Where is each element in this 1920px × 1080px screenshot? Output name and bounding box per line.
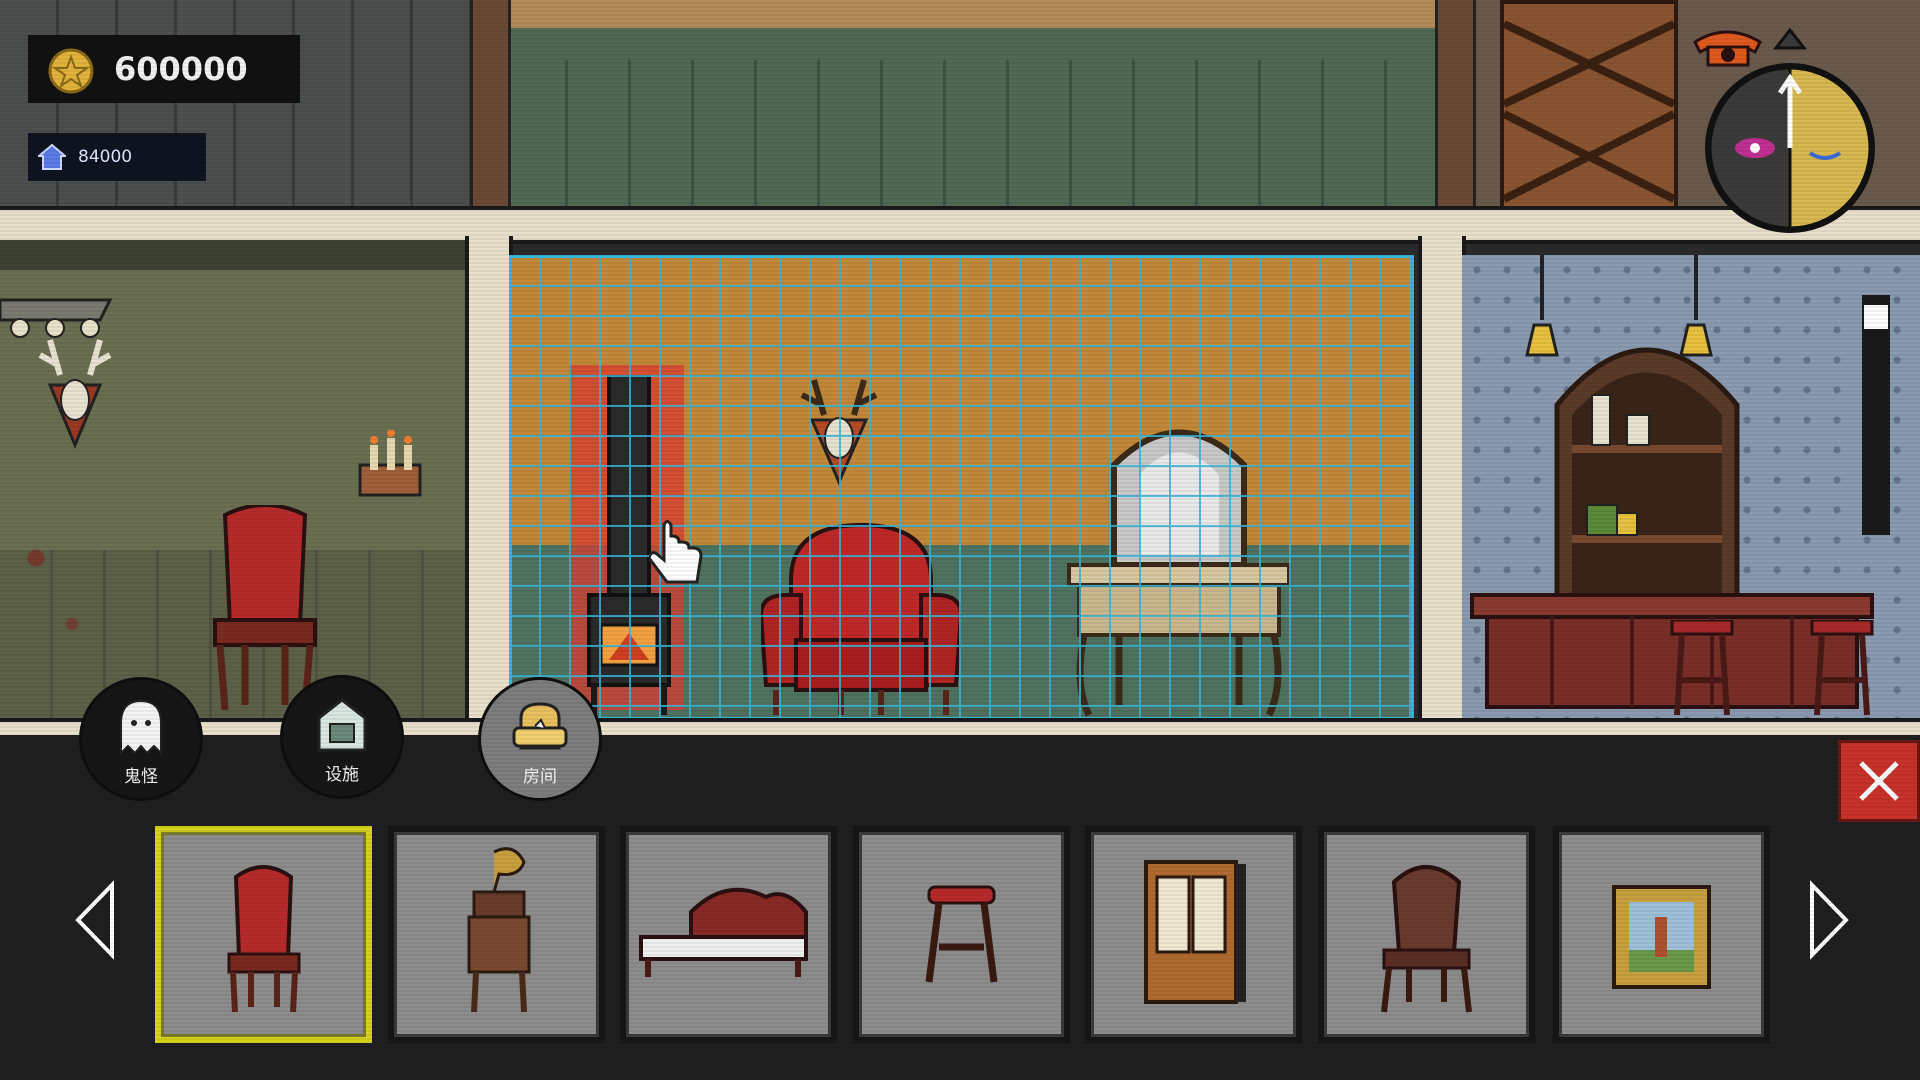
house-value-counter: 84000 [28,133,206,181]
ornate-chair-icon [227,865,301,1013]
wooden-chair-icon [1381,865,1472,1013]
bar-room [1462,255,1920,720]
game-scene: 600000 84000 [0,0,1920,735]
upper-middle-panels [505,60,1435,210]
close-icon [1859,761,1899,801]
bar-stool-icon [925,885,998,983]
crate-braces [1502,20,1676,203]
gramophone-stand-icon [467,847,531,1013]
wall-slider-track [1862,295,1890,535]
category-facilities-button[interactable]: 设施 [283,678,401,796]
placement-grid-border [509,255,1414,720]
prev-page-arrow[interactable] [70,875,130,965]
item-slot-framed-painting[interactable] [1553,826,1770,1043]
coin-counter: 600000 [28,35,300,103]
category-rooms-button[interactable]: 房间 [481,680,599,798]
item-slot-gramophone[interactable] [388,826,605,1043]
bar-stool [1810,620,1874,716]
bar-stool [1670,620,1734,716]
pentagram-coin-icon [48,48,94,94]
edit-room[interactable] [509,255,1414,720]
pendant-lamp-icon [1679,255,1713,357]
lower-pillar-1 [465,236,513,720]
left-room [0,240,470,720]
category-facilities-label: 设施 [325,765,359,785]
item-slot-bar-stool[interactable] [853,826,1070,1043]
deer-trophy-icon [38,339,112,449]
coin-amount: 600000 [114,50,248,88]
ornate-bed-icon [639,887,808,977]
telephone-icon[interactable] [1690,22,1765,67]
category-ghosts-button[interactable]: 鬼怪 [82,680,200,798]
upper-middle-trim [505,0,1435,28]
blood-splatter [0,470,120,690]
next-page-arrow[interactable] [1800,875,1860,965]
wooden-crate-tower [1500,0,1678,210]
upper-pillar-2 [1435,0,1476,210]
left-room-ceiling [0,240,470,270]
upper-pillar-1 [470,0,511,210]
lower-pillar-2 [1418,236,1466,720]
upper-floor [0,0,1920,210]
wall-candles-icon [358,430,422,497]
category-rooms-label: 房间 [523,767,557,787]
pendant-lamp-icon [1525,255,1559,357]
red-throne-chair [213,505,317,711]
wall-slider-handle[interactable] [1864,305,1888,329]
item-slot-ornate-bed[interactable] [620,826,837,1043]
item-slot-ornate-chair[interactable] [155,826,372,1043]
category-ghosts-label: 鬼怪 [124,767,158,787]
facility-icon [317,698,367,752]
house-value-amount: 84000 [78,147,133,167]
item-slot-wooden-chair[interactable] [1318,826,1535,1043]
framed-painting-icon [1612,885,1711,989]
hand-cursor-icon [649,520,703,584]
floor-slab-upper [0,206,1920,244]
item-slot-cabinet[interactable] [1085,826,1302,1043]
close-button[interactable] [1838,740,1920,822]
ghost-icon [120,699,162,756]
house-icon [38,143,66,170]
cabinet-icon [1144,860,1246,1004]
room-furniture-icon [512,702,568,750]
